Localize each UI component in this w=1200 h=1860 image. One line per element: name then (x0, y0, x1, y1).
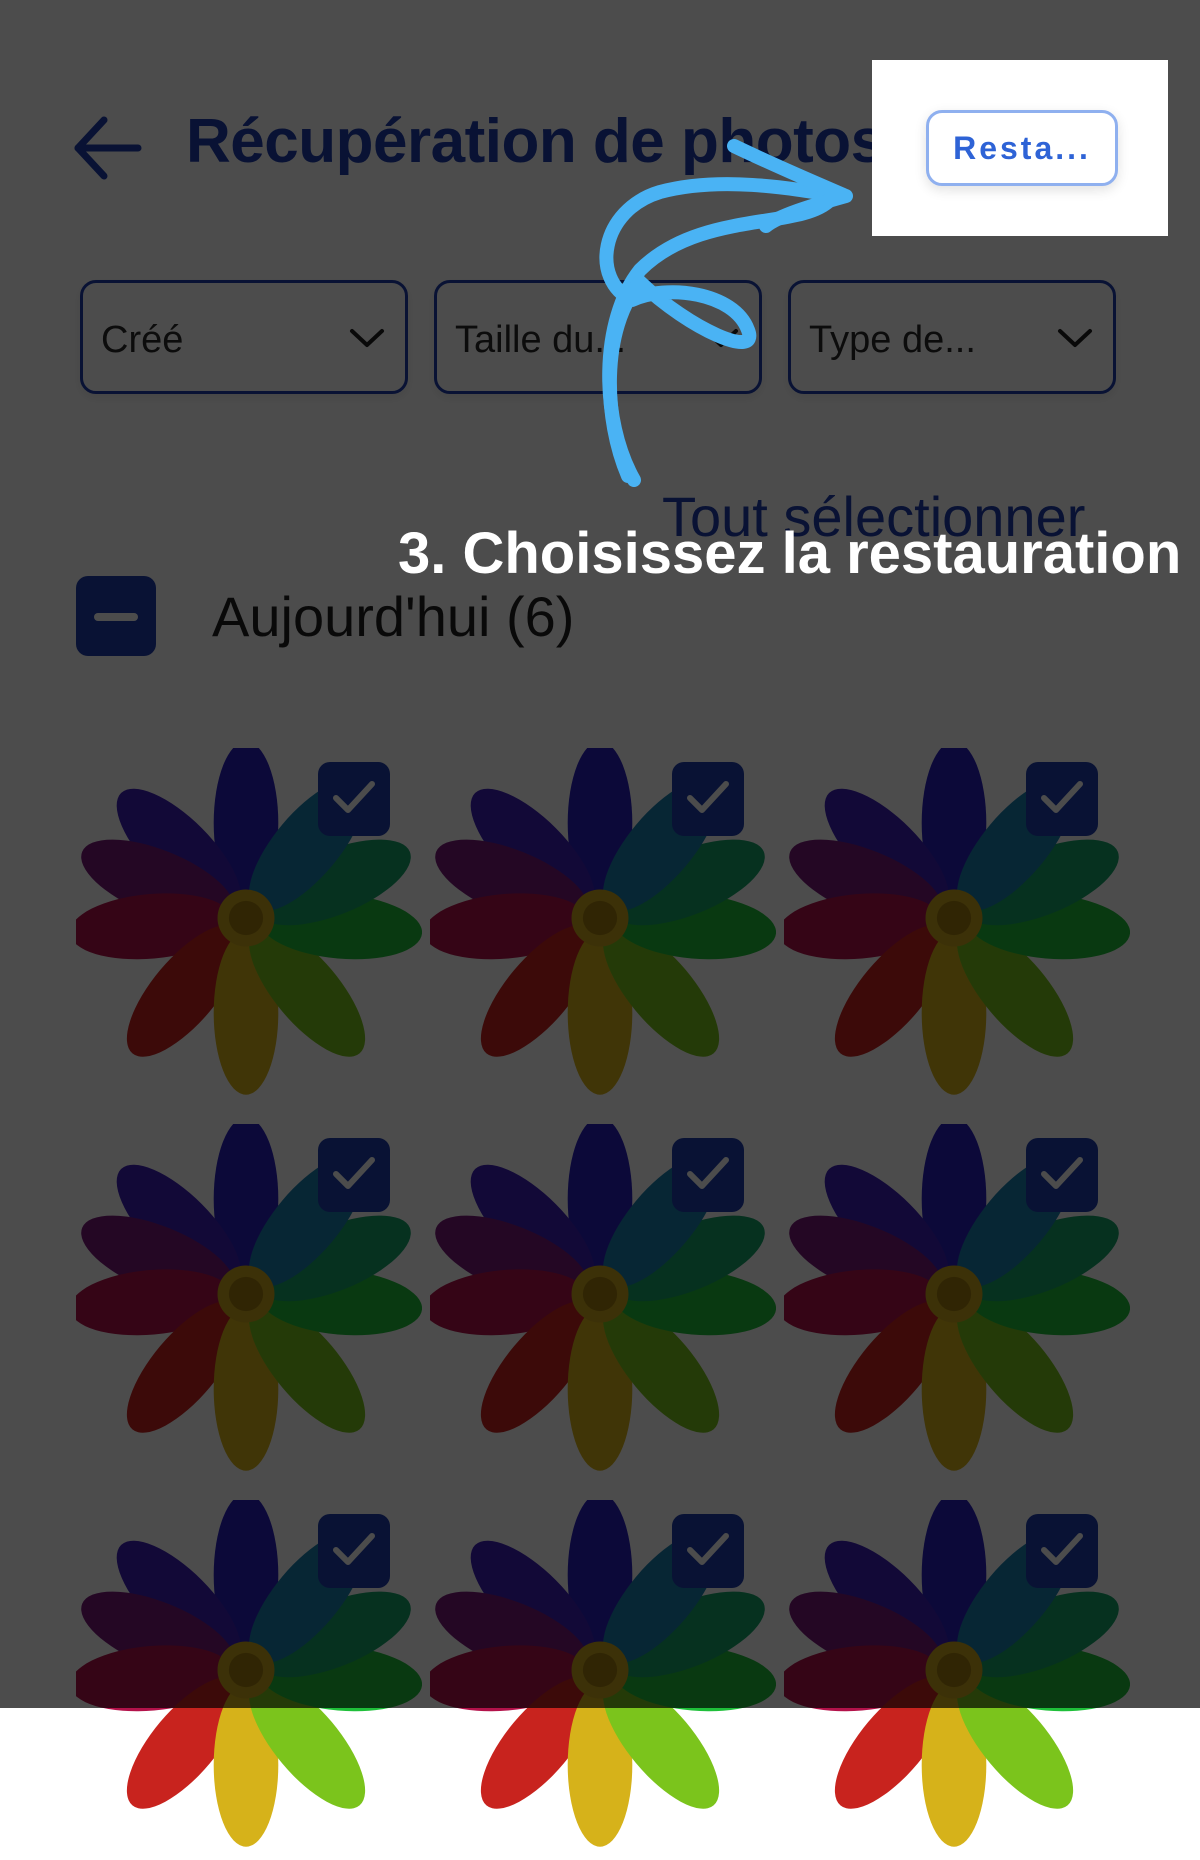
photo-tile[interactable] (784, 1124, 1130, 1484)
checkmark-icon (687, 1157, 729, 1189)
photo-checkbox[interactable] (1026, 1514, 1098, 1588)
checkmark-icon (687, 1533, 729, 1565)
photo-tile[interactable] (76, 748, 422, 1108)
photo-checkbox[interactable] (672, 1514, 744, 1588)
photo-tile[interactable] (76, 1124, 422, 1484)
checkmark-icon (333, 1157, 375, 1189)
photo-checkbox[interactable] (318, 1138, 390, 1212)
checkmark-icon (1041, 781, 1083, 813)
photo-tile[interactable] (76, 1500, 422, 1860)
tutorial-step-label: 3. Choisissez la restauration (398, 521, 1182, 586)
photo-checkbox[interactable] (318, 762, 390, 836)
app-screen: Récupération de photos Créé Taille du...… (0, 0, 1200, 1847)
photo-tile[interactable] (430, 748, 776, 1108)
photo-checkbox[interactable] (318, 1514, 390, 1588)
photo-tile[interactable] (784, 748, 1130, 1108)
photo-grid (0, 0, 1200, 1847)
checkmark-icon (333, 781, 375, 813)
photo-tile[interactable] (430, 1500, 776, 1860)
photo-tile[interactable] (784, 1500, 1130, 1860)
checkmark-icon (1041, 1533, 1083, 1565)
checkmark-icon (1041, 1157, 1083, 1189)
photo-tile[interactable] (430, 1124, 776, 1484)
photo-checkbox[interactable] (1026, 1138, 1098, 1212)
restore-button[interactable]: Resta... (926, 110, 1118, 186)
checkmark-icon (333, 1533, 375, 1565)
photo-checkbox[interactable] (1026, 762, 1098, 836)
checkmark-icon (687, 781, 729, 813)
photo-checkbox[interactable] (672, 762, 744, 836)
photo-checkbox[interactable] (672, 1138, 744, 1212)
